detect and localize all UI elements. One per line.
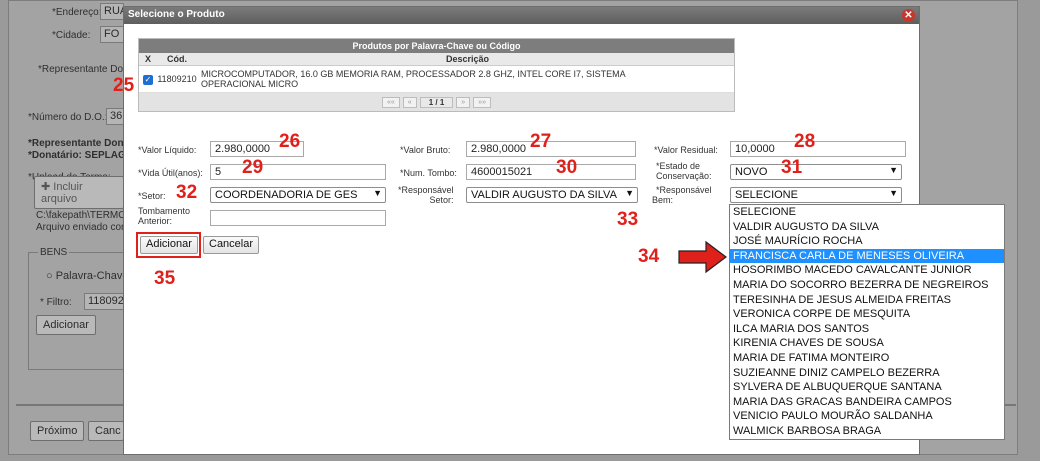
donatario-label: *Donatário: SEPLAG xyxy=(28,150,126,161)
next-page-button[interactable]: » xyxy=(456,96,471,108)
vida-util-label: *Vida Útil(anos): xyxy=(138,168,203,178)
bens-legend: BENS xyxy=(38,247,70,258)
pagination: «« « 1 / 1 » »» xyxy=(139,93,734,111)
estado-label: *Estado de Conservação: xyxy=(656,161,712,181)
highlight-box xyxy=(136,232,201,258)
table-header: X Cód. Descrição xyxy=(139,53,734,66)
header-description: Descrição xyxy=(445,54,490,64)
step-number-35: 35 xyxy=(154,268,176,289)
dialog-title: Selecione o Produto xyxy=(128,9,225,20)
chevron-down-icon: ▼ xyxy=(889,165,898,175)
page-indicator: 1 / 1 xyxy=(419,96,454,108)
dropdown-option[interactable]: JOSÉ MAURÍCIO ROCHA xyxy=(730,234,1004,249)
last-page-button[interactable]: »» xyxy=(473,96,491,108)
dropdown-option[interactable]: SYLVERA DE ALBUQUERQUE SANTANA xyxy=(730,380,1004,395)
endereco-label: *Endereço: xyxy=(52,7,102,18)
resp-bem-label: *Responsável Bem: xyxy=(652,185,712,205)
valor-residual-input[interactable]: 10,0000 xyxy=(730,141,906,157)
header-code: Cód. xyxy=(167,54,187,64)
dropdown-option[interactable]: VERONICA CORPE DE MESQUITA xyxy=(730,307,1004,322)
first-page-button[interactable]: «« xyxy=(382,96,400,108)
numero-do-label: *Número do D.O.: xyxy=(28,112,108,123)
dropdown-option[interactable]: HOSORIMBO MACEDO CAVALCANTE JUNIOR xyxy=(730,263,1004,278)
header-x: X xyxy=(144,54,151,64)
incluir-arquivo-button[interactable]: ✚ Incluir arquivo xyxy=(34,176,124,209)
chevron-down-icon: ▼ xyxy=(625,188,634,198)
close-icon[interactable]: ✕ xyxy=(902,9,915,22)
representante-label: *Representante Doa xyxy=(38,64,129,75)
cidade-input[interactable]: FO xyxy=(100,26,124,43)
red-arrow-icon xyxy=(678,240,727,274)
plus-icon: ✚ xyxy=(41,181,54,193)
filepath-text: C:\fakepath\TERMO xyxy=(36,210,127,221)
step-number-31: 31 xyxy=(781,157,803,178)
step-number-26: 26 xyxy=(279,131,301,152)
setor-label: *Setor: xyxy=(138,191,166,201)
num-tombo-input[interactable]: 4600015021 xyxy=(466,164,636,180)
dropdown-option[interactable]: TERESINHA DE JESUS ALMEIDA FREITAS xyxy=(730,293,1004,308)
resp-setor-select[interactable]: VALDIR AUGUSTO DA SILVA ▼ xyxy=(466,187,638,203)
products-table: Produtos por Palavra-Chave ou Código X C… xyxy=(138,38,735,112)
dropdown-option[interactable]: SELECIONE xyxy=(730,205,1004,220)
dropdown-option[interactable]: FRANCISCA CARLA DE MENESES OLIVEIRA xyxy=(730,248,1004,264)
cancelar-button[interactable]: Cancelar xyxy=(203,236,260,254)
dropdown-option[interactable]: WALMICK BARBOSA BRAGA xyxy=(730,424,1004,439)
valor-bruto-label: *Valor Bruto: xyxy=(400,145,451,155)
row-description: MICROCOMPUTADOR, 16.0 GB MEMORIA RAM, PR… xyxy=(201,69,626,89)
tombamento-input[interactable] xyxy=(210,210,386,226)
dropdown-option[interactable]: VALDIR AUGUSTO DA SILVA xyxy=(730,220,1004,235)
step-number-28: 28 xyxy=(794,131,816,152)
endereco-input[interactable]: RUA xyxy=(100,3,124,20)
row-code: 11809210 xyxy=(157,74,197,84)
dropdown-option[interactable]: KIRENIA CHAVES DE SOUSA xyxy=(730,336,1004,351)
tombamento-label: Tombamento Anterior: xyxy=(138,206,191,226)
step-number-32: 32 xyxy=(176,182,198,203)
proximo-button[interactable]: Próximo xyxy=(30,421,85,441)
cidade-label: *Cidade: xyxy=(52,30,91,41)
dropdown-option[interactable]: MARIA DE FATIMA MONTEIRO xyxy=(730,351,1004,366)
step-number-33: 33 xyxy=(617,209,639,230)
table-row[interactable]: ✓ 11809210 MICROCOMPUTADOR, 16.0 GB MEMO… xyxy=(139,66,734,93)
step-number-29: 29 xyxy=(242,157,264,178)
responsavel-bem-dropdown[interactable]: SELECIONE VALDIR AUGUSTO DA SILVA JOSÉ MAU… xyxy=(729,204,1005,440)
numero-do-input[interactable]: 36 xyxy=(106,108,124,125)
valor-residual-label: *Valor Residual: xyxy=(654,145,718,155)
step-number-25: 25 xyxy=(113,75,135,96)
bg-cancelar-button[interactable]: Canc xyxy=(88,421,124,441)
chevron-down-icon: ▼ xyxy=(373,188,382,198)
step-number-34: 34 xyxy=(638,246,660,267)
estado-select[interactable]: NOVO ▼ xyxy=(730,164,902,180)
representante-dona-label: *Representante Dona xyxy=(28,138,130,149)
valor-liquido-label: *Valor Líquido: xyxy=(138,145,197,155)
step-number-30: 30 xyxy=(556,157,578,178)
setor-select[interactable]: COORDENADORIA DE GES ▼ xyxy=(210,187,386,203)
step-number-27: 27 xyxy=(530,131,552,152)
dropdown-option[interactable]: MARIA DAS GRACAS BANDEIRA CAMPOS xyxy=(730,395,1004,410)
vida-util-input[interactable]: 5 xyxy=(210,164,386,180)
num-tombo-label: *Num. Tombo: xyxy=(400,168,457,178)
filtro-input[interactable]: 1180921 xyxy=(84,293,124,310)
table-caption: Produtos por Palavra-Chave ou Código xyxy=(139,39,734,53)
filtro-label: * Filtro: xyxy=(40,297,72,308)
arquivo-enviado-text: Arquivo enviado com xyxy=(36,222,130,233)
divider xyxy=(16,404,124,406)
chevron-down-icon: ▼ xyxy=(889,188,898,198)
resp-setor-label: *Responsável Setor: xyxy=(398,185,454,205)
dropdown-option[interactable]: SUZIEANNE DINIZ CAMPELO BEZERRA xyxy=(730,366,1004,381)
palavra-chave-radio[interactable]: ○ Palavra-Chave xyxy=(46,270,128,282)
dropdown-option[interactable]: VENICIO PAULO MOURÃO SALDANHA xyxy=(730,409,1004,424)
bg-adicionar-button[interactable]: Adicionar xyxy=(36,315,96,335)
resp-bem-select[interactable]: SELECIONE ▼ xyxy=(730,187,902,203)
prev-page-button[interactable]: « xyxy=(402,96,417,108)
dropdown-option[interactable]: ILCA MARIA DOS SANTOS xyxy=(730,322,1004,337)
checkbox-checked[interactable]: ✓ xyxy=(143,74,153,85)
dialog-header: Selecione o Produto ✕ xyxy=(124,7,919,24)
dropdown-option[interactable]: MARIA DO SOCORRO BEZERRA DE NEGREIROS xyxy=(730,278,1004,293)
